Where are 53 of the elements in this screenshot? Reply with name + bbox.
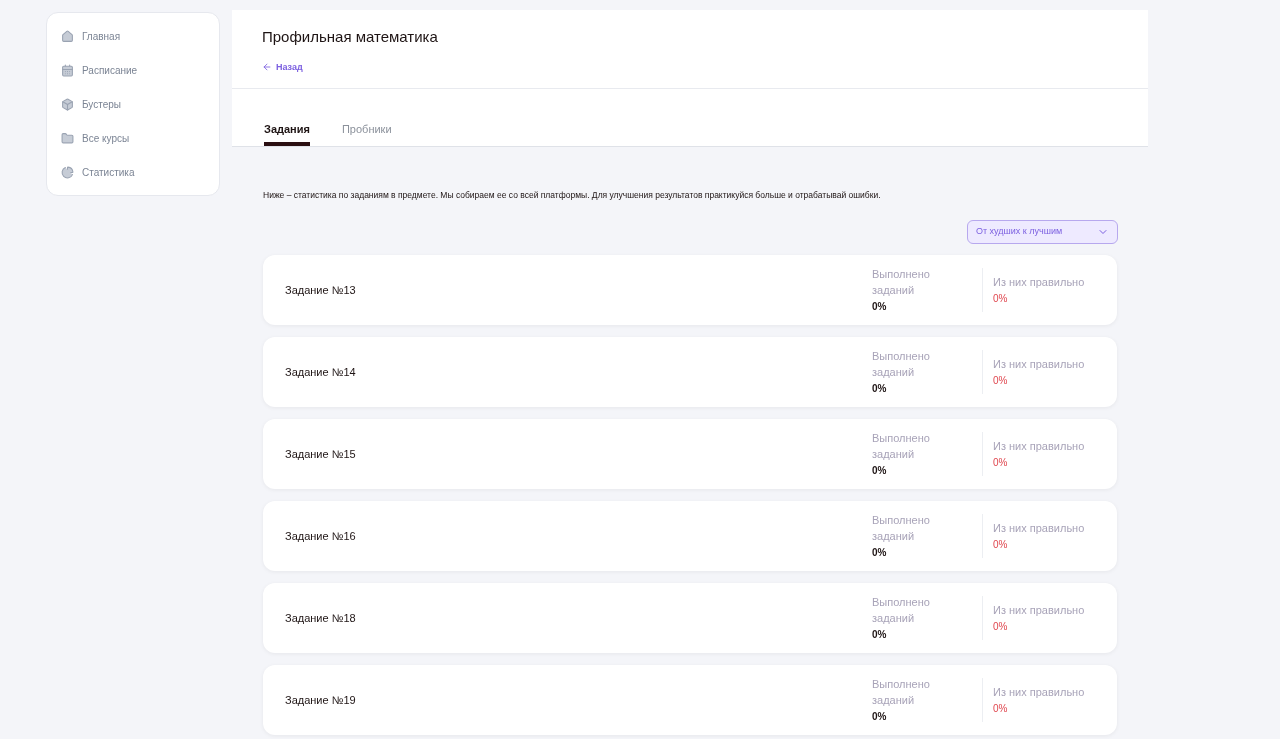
stat-value: 0% (872, 627, 888, 642)
stat-value: 0% (872, 709, 888, 724)
home-icon (61, 29, 74, 43)
tab[interactable]: Пробники (341, 116, 392, 146)
sidebar-item[interactable]: Статистика (61, 163, 205, 181)
stat-label: Из них правильно (993, 521, 1086, 536)
sidebar-item[interactable]: Главная (61, 27, 205, 45)
task-card[interactable]: Задание №19 Выполнено заданий 0% Из них правильно 0% (263, 664, 1117, 735)
task-card[interactable]: Задание №15 Выполнено заданий 0% Из них правильно 0% (263, 418, 1117, 489)
stat-value: 0% (872, 381, 888, 396)
task-name: Задание №13 (285, 282, 357, 298)
stat-value: 0% (872, 299, 888, 314)
stat-label: Выполнено заданий (872, 348, 931, 381)
task-name: Задание №16 (285, 528, 357, 544)
stat-value: 0% (993, 701, 1009, 716)
stat-value: 0% (993, 291, 1009, 306)
stat-value: 0% (993, 455, 1009, 470)
pie-chart-icon (61, 165, 74, 179)
tab[interactable]: Задания (264, 116, 310, 146)
back-link[interactable]: Назад (262, 60, 1118, 74)
sidebar-item[interactable]: Бустеры (61, 95, 205, 113)
page-title: Профильная математика (262, 27, 439, 47)
cube-icon (61, 97, 74, 111)
stat-label: Из них правильно (993, 685, 1086, 700)
task-name: Задание №19 (285, 692, 357, 708)
task-name: Задание №18 (285, 610, 357, 626)
sidebar-item[interactable]: Все курсы (61, 129, 205, 147)
stat-label: Выполнено заданий (872, 430, 931, 463)
intro-text: Ниже – статистика по заданиям в предмете. Мы собираем ее со всей платформы. Для улучшения результатов практикуйся больше и отрабатывай ошибки. (263, 189, 882, 202)
stat-label: Выполнено заданий (872, 512, 931, 545)
arrow-left-icon (262, 62, 272, 73)
stat-value: 0% (872, 545, 888, 560)
stat-value: 0% (993, 619, 1009, 634)
stat-value: 0% (872, 463, 888, 478)
sort-dropdown[interactable]: От худших к лучшим (967, 219, 1118, 244)
stat-value: 0% (993, 537, 1009, 552)
stat-label: Из них правильно (993, 357, 1086, 372)
stat-label: Выполнено заданий (872, 676, 931, 709)
calendar-icon (61, 63, 74, 77)
folder-icon (61, 131, 74, 145)
stat-value: 0% (993, 373, 1009, 388)
stat-label: Из них правильно (993, 439, 1086, 454)
task-card[interactable]: Задание №14 Выполнено заданий 0% Из них правильно 0% (263, 336, 1117, 407)
task-card[interactable]: Задание №16 Выполнено заданий 0% Из них правильно 0% (263, 500, 1117, 571)
task-name: Задание №15 (285, 446, 357, 462)
stat-label: Выполнено заданий (872, 594, 931, 627)
task-name: Задание №14 (285, 364, 357, 380)
stat-label: Из них правильно (993, 603, 1086, 618)
stat-label: Выполнено заданий (872, 266, 931, 299)
sidebar-item[interactable]: Расписание (61, 61, 205, 79)
task-card[interactable]: Задание №13 Выполнено заданий 0% Из них правильно 0% (263, 254, 1117, 325)
stat-label: Из них правильно (993, 275, 1086, 290)
task-card[interactable]: Задание №18 Выполнено заданий 0% Из них правильно 0% (263, 582, 1117, 653)
